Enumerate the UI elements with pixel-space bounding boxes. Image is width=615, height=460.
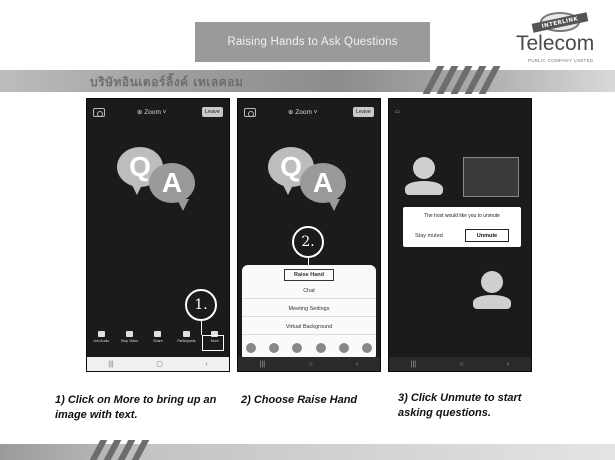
dialog-message: The host would like you to unmute xyxy=(424,213,500,219)
phone-screenshot-2: ⊕ Zoom ˅ Leave Q A 2. Raise Hand Chat Me… xyxy=(237,98,381,372)
more-menu-sheet: Raise Hand Chat Meeting Settings Virtual… xyxy=(242,265,376,361)
camera-switch-icon[interactable] xyxy=(93,108,105,117)
people-icon xyxy=(182,331,190,337)
unmute-button[interactable]: Unmute xyxy=(465,229,509,242)
home-icon[interactable]: ○ xyxy=(308,361,312,368)
share-screen-icon xyxy=(154,331,162,337)
thumbs-up-icon[interactable] xyxy=(269,343,280,353)
telecom-logo: INTERLINK Telecom PUBLIC COMPANY LIMITED xyxy=(510,8,610,68)
join-audio-button[interactable]: Join Audio xyxy=(90,331,112,353)
back-icon[interactable]: ‹ xyxy=(205,361,207,368)
share-button[interactable]: Share xyxy=(147,331,169,353)
chat-item[interactable]: Chat xyxy=(242,283,376,299)
qa-bubbles-icon: Q A xyxy=(268,147,348,217)
avatar-icon xyxy=(413,157,435,179)
meeting-settings-item[interactable]: Meeting Settings xyxy=(242,301,376,317)
surprise-icon[interactable] xyxy=(338,343,349,353)
leave-button[interactable]: Leave xyxy=(353,107,374,117)
clap-icon[interactable] xyxy=(246,343,256,353)
android-navbar: ||| ○ ‹ xyxy=(238,357,380,371)
reaction-row xyxy=(246,343,372,353)
video-camera-icon xyxy=(126,331,134,337)
android-navbar: ||| ▢ ‹ xyxy=(87,357,229,371)
unmute-request-dialog: The host would like you to unmute Stay m… xyxy=(403,207,521,247)
a-bubble: A xyxy=(300,163,346,203)
heart-icon[interactable] xyxy=(292,343,303,353)
home-icon[interactable]: ○ xyxy=(459,361,463,368)
avatar-body xyxy=(405,181,443,195)
a-bubble: A xyxy=(149,163,195,203)
caption-step-2: 2) Choose Raise Hand xyxy=(241,394,358,406)
logo-subtitle: PUBLIC COMPANY LIMITED xyxy=(528,58,594,63)
home-icon[interactable]: ▢ xyxy=(156,360,163,368)
raise-hand-item[interactable]: Raise Hand xyxy=(284,269,334,281)
recent-apps-icon[interactable]: ||| xyxy=(108,361,113,368)
caption-step-1: 1) Click on More to bring up an image wi… xyxy=(55,394,217,421)
stay-muted-button[interactable]: Stay muted xyxy=(415,233,443,239)
phone-screenshot-3: ▭ The host would like you to unmute Stay… xyxy=(388,98,532,372)
participants-button[interactable]: Participants xyxy=(175,331,197,353)
zoom-menu[interactable]: ⊕ Zoom ˅ xyxy=(288,108,317,116)
back-icon[interactable]: ‹ xyxy=(356,361,358,368)
caption-step-3: 3) Click Unmute to start asking question… xyxy=(398,392,522,419)
avatar-body xyxy=(473,295,511,309)
virtual-background-item[interactable]: Virtual Background xyxy=(242,319,376,335)
party-icon[interactable] xyxy=(361,343,372,353)
more-highlight-box xyxy=(202,335,224,351)
video-thumbnail xyxy=(463,157,519,197)
topbar-mark: ▭ xyxy=(395,109,400,115)
qa-bubbles-icon: Q A xyxy=(117,147,197,217)
camera-switch-icon[interactable] xyxy=(244,108,256,117)
band-text: บริษัทอินเตอร์ลิ้งค์ เทเลคอม xyxy=(90,75,244,89)
phone-screenshot-1: ⊕ Zoom ˅ Leave Q A 1. Join Audio Stop Vi… xyxy=(86,98,230,372)
laugh-icon[interactable] xyxy=(315,343,326,353)
zoom-menu[interactable]: ⊕ Zoom ˅ xyxy=(137,108,166,116)
meeting-topbar: ⊕ Zoom ˅ Leave xyxy=(87,107,229,121)
slide-title: Raising Hands to Ask Questions xyxy=(195,22,430,62)
back-icon[interactable]: ‹ xyxy=(507,361,509,368)
avatar-icon xyxy=(481,271,503,293)
stop-video-button[interactable]: Stop Video xyxy=(119,331,141,353)
leave-button[interactable]: Leave xyxy=(202,107,223,117)
meeting-topbar: ⊕ Zoom ˅ Leave xyxy=(238,107,380,121)
android-navbar: ||| ○ ‹ xyxy=(389,357,531,371)
headphone-icon xyxy=(97,331,105,337)
recent-apps-icon[interactable]: ||| xyxy=(260,361,265,368)
step-2-marker: 2. xyxy=(292,226,324,258)
recent-apps-icon[interactable]: ||| xyxy=(411,361,416,368)
step-1-marker: 1. xyxy=(185,289,217,321)
logo-word: Telecom xyxy=(516,32,595,55)
